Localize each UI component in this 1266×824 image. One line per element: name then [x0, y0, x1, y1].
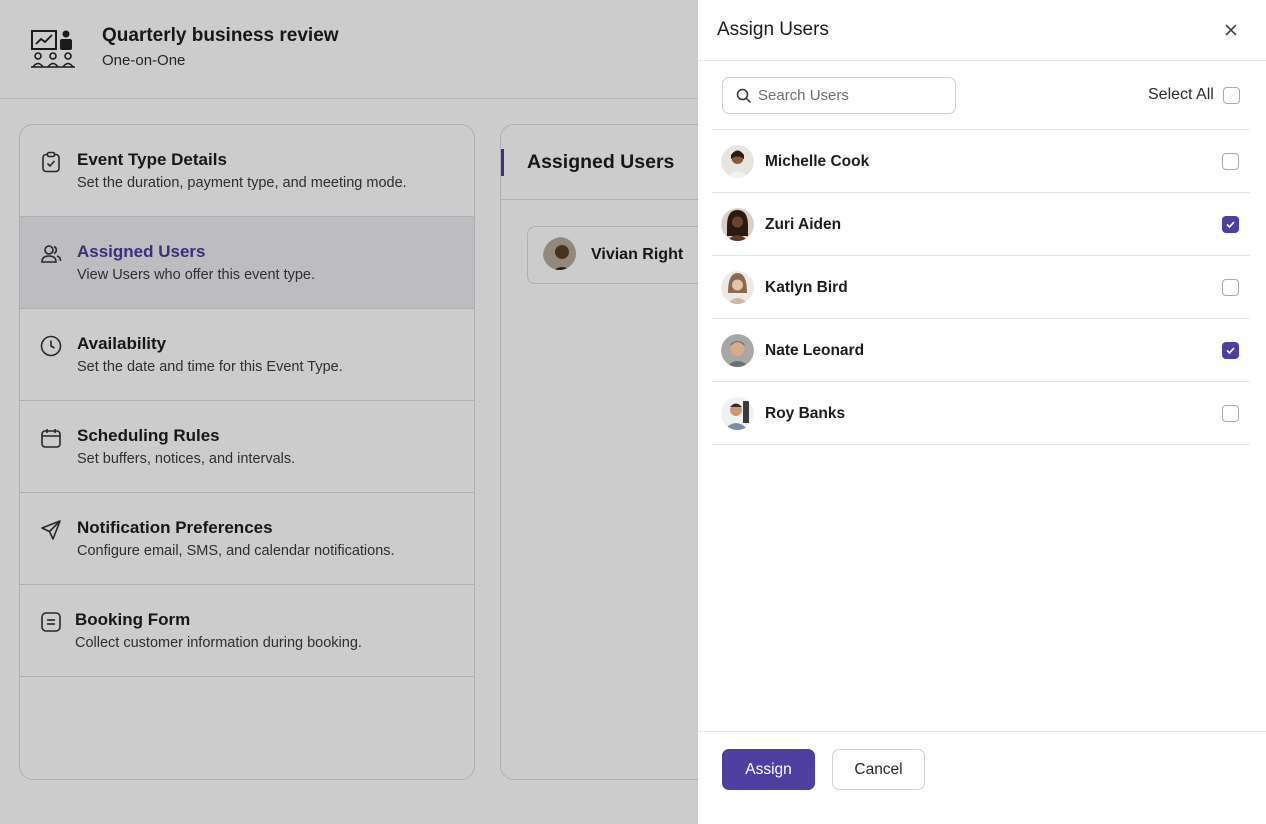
- avatar: [721, 145, 754, 178]
- avatar: [721, 397, 754, 430]
- list-item[interactable]: Katlyn Bird: [712, 256, 1250, 319]
- select-all-checkbox[interactable]: [1223, 87, 1240, 104]
- search-field[interactable]: [722, 77, 956, 114]
- list-item[interactable]: Michelle Cook: [712, 130, 1250, 193]
- select-all-label: Select All: [1148, 86, 1214, 103]
- user-checkbox[interactable]: [1222, 216, 1239, 233]
- user-name: Roy Banks: [765, 405, 846, 422]
- user-name: Michelle Cook: [765, 153, 870, 170]
- drawer-title: Assign Users: [717, 19, 829, 40]
- search-icon: [736, 88, 752, 104]
- list-item[interactable]: Nate Leonard: [712, 319, 1250, 382]
- drawer-header: Assign Users: [698, 0, 1266, 61]
- user-checkbox[interactable]: [1222, 153, 1239, 170]
- checkmark-icon: [1226, 221, 1235, 229]
- checkmark-icon: [1226, 347, 1235, 355]
- user-checkbox[interactable]: [1222, 342, 1239, 359]
- user-checkbox[interactable]: [1222, 405, 1239, 422]
- cancel-button[interactable]: Cancel: [832, 749, 925, 790]
- user-checkbox[interactable]: [1222, 279, 1239, 296]
- user-name: Katlyn Bird: [765, 279, 848, 296]
- user-name: Nate Leonard: [765, 342, 865, 359]
- avatar: [721, 334, 754, 367]
- user-name: Zuri Aiden: [765, 216, 842, 233]
- drawer-footer: Assign Cancel: [698, 731, 1266, 824]
- modal-backdrop[interactable]: [0, 0, 698, 824]
- avatar: [721, 208, 754, 241]
- list-item[interactable]: Zuri Aiden: [712, 193, 1250, 256]
- list-item[interactable]: Roy Banks: [712, 382, 1250, 445]
- close-icon[interactable]: [1218, 17, 1244, 43]
- avatar: [721, 271, 754, 304]
- search-input[interactable]: [758, 80, 948, 111]
- user-list: Michelle Cook Zuri Aiden Katlyn Bird Nat…: [712, 129, 1250, 445]
- assign-users-drawer: Assign Users Select All Michelle Cook Zu…: [698, 0, 1266, 824]
- assign-button[interactable]: Assign: [722, 749, 815, 790]
